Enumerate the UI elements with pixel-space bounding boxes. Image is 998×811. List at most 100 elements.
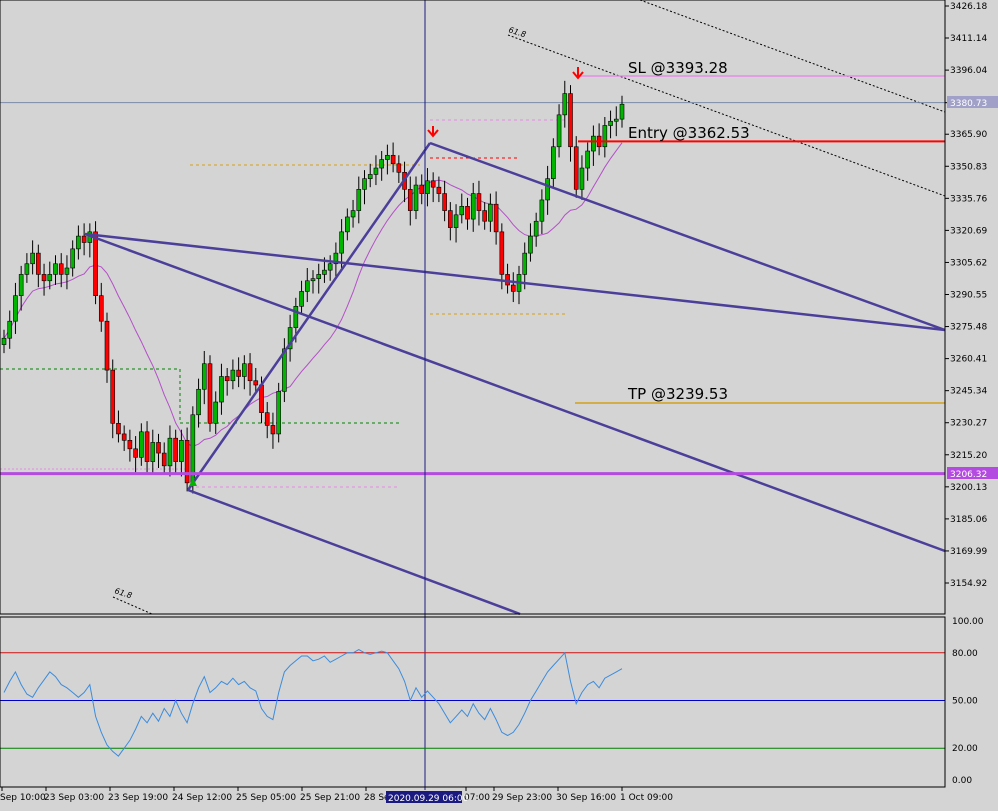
candle-body: [367, 174, 373, 179]
current-price-text: 3380.73: [950, 99, 987, 109]
price-tick-label: 3215.20: [950, 451, 987, 461]
candle-body: [201, 363, 207, 390]
candle-body: [488, 203, 493, 222]
candle-body: [413, 184, 419, 211]
main-pane-frame: [0, 0, 946, 615]
price-tick-label: 3350.83: [950, 162, 987, 172]
time-tick-label: 24 Sep 12:00: [172, 793, 232, 803]
candle-body: [293, 306, 299, 328]
candle-body: [476, 193, 482, 211]
price-tick-label: 3290.55: [950, 291, 987, 301]
price-tick-label: 3426.18: [950, 2, 987, 12]
candle-body: [545, 178, 550, 201]
rsi-tick-label: 100.00: [952, 617, 984, 627]
candle-body: [98, 295, 104, 322]
candle-body: [390, 154, 396, 165]
candle-body: [304, 280, 310, 292]
candle-body: [510, 284, 516, 292]
candle-body: [236, 369, 241, 377]
candle-body: [556, 114, 562, 148]
rsi-tick-label: 20.00: [952, 744, 978, 754]
candle-body: [150, 442, 156, 462]
candle-body: [345, 216, 350, 233]
candle-body: [161, 452, 167, 467]
candle-body: [316, 274, 322, 279]
candle-body: [362, 178, 367, 190]
candle-body: [436, 186, 442, 194]
candle-body: [573, 146, 579, 190]
time-tick-label: 25 Sep 05:00: [236, 793, 296, 803]
rsi-tick-label: 80.00: [952, 649, 978, 659]
channel-line: [186, 142, 432, 491]
candle-body: [213, 401, 219, 424]
candle-body: [505, 274, 510, 286]
crosshair-time-label: 2020.09.29 06:00: [388, 794, 469, 804]
candle-body: [184, 440, 190, 484]
price-tick-label: 3335.76: [950, 194, 987, 204]
price-chart[interactable]: 3426.18 3411.14 3396.04 3365.90 3350.83 3335.…: [0, 0, 998, 807]
candle-body: [430, 180, 436, 188]
time-tick-label: 29 Sep 23:00: [492, 793, 552, 803]
candle-body: [470, 193, 476, 220]
rsi-series-line: [3, 649, 623, 757]
candle-body: [579, 167, 585, 190]
candle-body: [396, 163, 402, 173]
price-tick-label: 3154.92: [950, 579, 987, 589]
entry-label: Entry @3362.53: [628, 124, 750, 142]
candle-body: [459, 206, 465, 216]
candle-body: [167, 437, 173, 467]
candle-body: [224, 376, 230, 382]
candle-body: [602, 125, 608, 148]
price-tick-label: 3260.41: [950, 355, 987, 365]
candle-body: [64, 267, 70, 275]
candle-body: [219, 376, 224, 403]
candle-body: [528, 235, 533, 254]
candle-body: [259, 384, 264, 413]
sell-arrow-icon: [427, 126, 439, 138]
time-tick-label: 30 Sep 16:00: [556, 793, 616, 803]
candle-body: [53, 263, 58, 275]
candle-body: [499, 231, 505, 275]
candle-body: [562, 93, 568, 116]
candle-body: [533, 220, 539, 237]
candle-body: [276, 391, 281, 435]
candle-body: [127, 440, 133, 450]
candle-body: [613, 118, 619, 122]
candle-body: [522, 252, 528, 275]
candle-body: [30, 252, 35, 265]
candle-body: [156, 442, 161, 454]
candle-body: [453, 214, 459, 228]
price-tick-label: 3305.62: [950, 258, 987, 268]
candle-body: [425, 180, 430, 194]
time-tick-label: 1 Oct 09:00: [620, 793, 673, 803]
candle-body: [47, 274, 53, 282]
candle-body: [539, 199, 545, 222]
candle-body: [270, 425, 276, 435]
time-tick-label: Sep 10:00: [0, 793, 46, 803]
time-tick-label: 23 Sep 19:00: [108, 793, 168, 803]
rsi-tick-label: 0.00: [952, 776, 972, 786]
chart-window[interactable]: 3426.18 3411.14 3396.04 3365.90 3350.83 3335.…: [0, 0, 998, 807]
candle-body: [1, 337, 7, 345]
candle-body: [419, 184, 425, 194]
price-tick-label: 3396.04: [950, 66, 987, 76]
candle-body: [104, 320, 110, 371]
candle-body: [568, 93, 573, 148]
fib-line-bottom: [112, 596, 153, 615]
candle-body: [482, 210, 487, 222]
candle-body: [608, 120, 613, 126]
candle-body: [253, 380, 259, 386]
candle-body: [18, 274, 24, 296]
fib-label-top: 61.8: [507, 25, 527, 39]
candle-body: [121, 433, 127, 441]
time-tick-label: 23 Sep 03:00: [44, 793, 104, 803]
candle-body: [442, 193, 447, 211]
candle-body: [139, 431, 144, 458]
candle-body: [310, 278, 316, 282]
candle-body: [322, 269, 327, 275]
candle-body: [70, 248, 75, 269]
candle-body: [373, 167, 379, 175]
time-tick-label: 25 Sep 21:00: [300, 793, 360, 803]
candle-body: [173, 437, 178, 462]
candle-body: [110, 369, 116, 424]
